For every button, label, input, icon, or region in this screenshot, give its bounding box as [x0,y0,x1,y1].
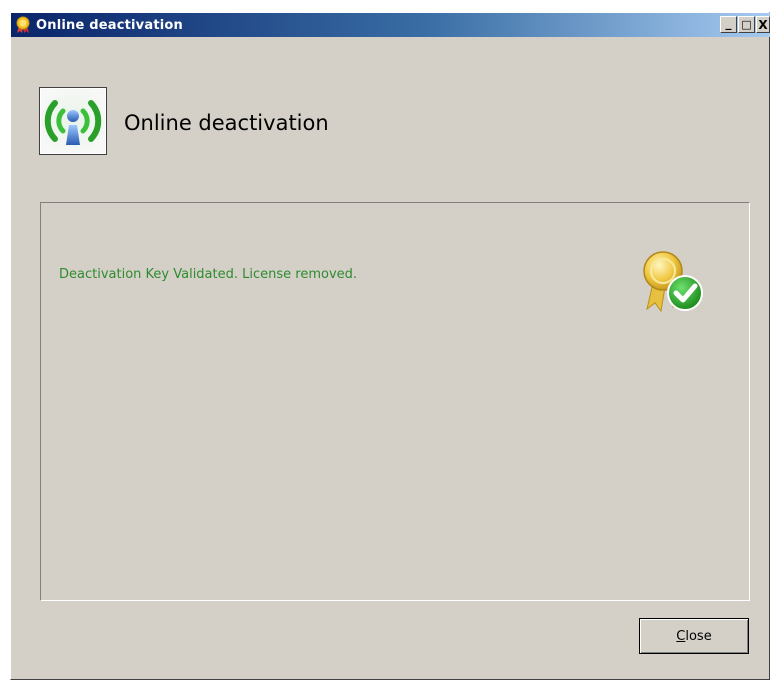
title-bar[interactable]: Online deactivation _ □ X [11,13,770,37]
dialog-window: Online deactivation _ □ X Online deactiv… [10,12,770,680]
page-title: Online deactivation [124,111,329,135]
close-button[interactable]: Close [639,618,749,654]
minimize-button[interactable]: _ [720,16,737,33]
minimize-icon: _ [725,15,732,30]
award-ribbon-icon [14,16,32,34]
maximize-icon: □ [741,18,752,31]
close-window-button[interactable]: X [756,16,770,33]
close-button-accelerator: C [676,628,686,644]
close-icon: X [758,17,768,32]
content-panel: Deactivation Key Validated. License remo… [40,202,750,601]
certificate-check-icon [639,247,707,315]
maximize-button[interactable]: □ [738,16,755,33]
window-title: Online deactivation [36,17,183,33]
window-controls: _ □ X [720,16,770,33]
status-message: Deactivation Key Validated. License remo… [59,267,358,282]
wireless-user-icon [39,87,107,155]
close-button-label: lose [685,628,712,644]
